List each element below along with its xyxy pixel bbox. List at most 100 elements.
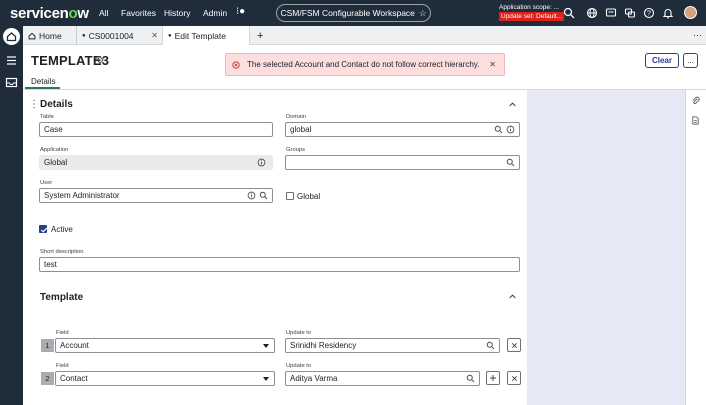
error-circle-icon bbox=[232, 60, 240, 69]
chevron-up-icon[interactable] bbox=[508, 292, 517, 301]
search-icon[interactable] bbox=[486, 341, 495, 350]
user-input[interactable]: System Administrator bbox=[39, 188, 273, 203]
short-description-input[interactable]: test bbox=[39, 257, 520, 272]
search-icon[interactable] bbox=[563, 7, 575, 19]
side-toolbar bbox=[685, 90, 706, 405]
workspace-label: CSM/FSM Configurable Workspace bbox=[280, 8, 415, 18]
update-to-input[interactable]: Srinidhi Residency bbox=[285, 338, 500, 353]
tab-overflow-icon[interactable]: ⋯ bbox=[688, 26, 704, 45]
home-icon bbox=[28, 32, 36, 39]
short-description-value: test bbox=[44, 260, 57, 269]
search-icon[interactable] bbox=[494, 125, 503, 134]
field-select[interactable]: Contact bbox=[55, 371, 275, 386]
user-value: System Administrator bbox=[44, 191, 120, 200]
row-index-badge: 2 bbox=[41, 372, 54, 385]
nav-link-all[interactable]: All bbox=[99, 8, 108, 18]
plus-icon bbox=[490, 375, 496, 381]
contextual-side-panel bbox=[527, 90, 685, 405]
groups-input[interactable] bbox=[285, 155, 520, 170]
application-value: Global bbox=[44, 158, 68, 167]
tab-home-label: Home bbox=[39, 30, 62, 41]
logo-text-prefix: servicen bbox=[10, 5, 69, 22]
close-icon bbox=[511, 375, 517, 381]
global-checkbox[interactable] bbox=[286, 192, 294, 200]
clear-button[interactable]: Clear bbox=[645, 53, 679, 68]
close-icon bbox=[511, 342, 517, 348]
groups-label: Groups bbox=[286, 147, 306, 153]
update-to-label: Update to bbox=[286, 330, 312, 336]
active-checkbox-label: Active bbox=[51, 225, 73, 234]
application-label: Application bbox=[40, 147, 69, 153]
tab-edit-template[interactable]: ● Edit Template bbox=[162, 26, 250, 45]
sidebar-chat-icon[interactable] bbox=[605, 7, 617, 19]
update-to-input[interactable]: Aditya Varma bbox=[285, 371, 480, 386]
more-actions-button[interactable]: ... bbox=[683, 53, 698, 68]
table-label: Table bbox=[40, 114, 54, 120]
chevron-down-icon bbox=[263, 377, 269, 381]
close-alert-icon[interactable]: ✕ bbox=[489, 60, 496, 69]
top-navigation-bar: servicenow All Favorites History Admin ⁝… bbox=[0, 0, 706, 26]
tab-details[interactable]: Details bbox=[31, 77, 55, 86]
info-icon[interactable] bbox=[257, 158, 266, 167]
attachment-icon[interactable] bbox=[691, 96, 700, 105]
short-description-label: Short description bbox=[40, 249, 84, 255]
update-set-label: Update set: Default... bbox=[499, 12, 565, 21]
field-select[interactable]: Account bbox=[55, 338, 275, 353]
drag-handle-icon[interactable]: ⋮ bbox=[29, 99, 39, 110]
globe-icon[interactable] bbox=[586, 7, 598, 19]
nav-more-icon[interactable]: ⁝● bbox=[236, 6, 245, 17]
unsaved-dot-icon: ● bbox=[82, 32, 86, 39]
svg-text:?: ? bbox=[647, 11, 651, 18]
table-input[interactable]: Case bbox=[39, 122, 273, 137]
alert-message: The selected Account and Contact do not … bbox=[247, 60, 480, 69]
search-icon[interactable] bbox=[506, 158, 515, 167]
star-icon[interactable]: ☆ bbox=[419, 8, 427, 19]
new-tab-button[interactable]: + bbox=[252, 26, 268, 45]
connect-icon[interactable] bbox=[624, 7, 636, 19]
home-rail-button[interactable] bbox=[3, 28, 20, 45]
tab-edit-template-label: Edit Template bbox=[174, 30, 226, 41]
search-icon[interactable] bbox=[466, 374, 475, 383]
remove-row-button[interactable] bbox=[507, 371, 521, 385]
list-icon[interactable] bbox=[5, 54, 18, 67]
chevron-down-icon bbox=[263, 344, 269, 348]
tab-case[interactable]: ● CS0001004 ✕ bbox=[76, 26, 162, 45]
tab-strip: Home ● CS0001004 ✕ ● Edit Template + ⋯ bbox=[23, 26, 706, 45]
info-icon[interactable] bbox=[247, 191, 256, 200]
update-to-value: Srinidhi Residency bbox=[290, 341, 357, 350]
nav-link-history[interactable]: History bbox=[164, 8, 190, 18]
active-checkbox[interactable] bbox=[39, 225, 48, 233]
plus-icon: + bbox=[257, 29, 264, 42]
checkmark-icon bbox=[40, 227, 48, 233]
update-to-label: Update to bbox=[286, 363, 312, 369]
table-value: Case bbox=[44, 125, 63, 134]
chevron-up-icon[interactable] bbox=[508, 100, 517, 109]
workspace-selector[interactable]: CSM/FSM Configurable Workspace ☆ bbox=[276, 4, 431, 22]
nav-link-favorites[interactable]: Favorites bbox=[121, 8, 156, 18]
document-icon[interactable] bbox=[691, 116, 700, 125]
domain-input[interactable]: global bbox=[285, 122, 520, 137]
application-scope-label: Application scope: ... bbox=[499, 4, 559, 11]
nav-link-admin[interactable]: Admin bbox=[203, 8, 227, 18]
global-checkbox-label: Global bbox=[297, 192, 321, 201]
user-avatar[interactable] bbox=[684, 6, 697, 19]
remove-row-button[interactable] bbox=[507, 338, 521, 352]
servicenow-logo[interactable]: servicenow bbox=[10, 5, 89, 22]
info-icon[interactable] bbox=[506, 125, 515, 134]
inbox-icon[interactable] bbox=[5, 76, 18, 89]
add-row-button[interactable] bbox=[486, 371, 500, 385]
application-scope-picker[interactable]: Application scope: ... Update set: Defau… bbox=[499, 3, 565, 21]
tab-home[interactable]: Home bbox=[23, 26, 76, 45]
help-icon[interactable]: ? bbox=[643, 7, 655, 19]
user-label: User bbox=[40, 180, 53, 186]
notifications-bell-icon[interactable] bbox=[662, 7, 674, 19]
search-icon[interactable] bbox=[259, 191, 268, 200]
domain-label: Domain bbox=[286, 114, 306, 120]
field-select-value: Account bbox=[60, 341, 89, 350]
field-label: Field bbox=[56, 363, 69, 369]
close-tab-icon[interactable]: ✕ bbox=[151, 31, 158, 40]
field-select-value: Contact bbox=[60, 374, 88, 383]
tag-icon[interactable] bbox=[96, 56, 104, 64]
unsaved-dot-icon: ● bbox=[168, 32, 172, 39]
row-index-badge: 1 bbox=[41, 339, 54, 352]
